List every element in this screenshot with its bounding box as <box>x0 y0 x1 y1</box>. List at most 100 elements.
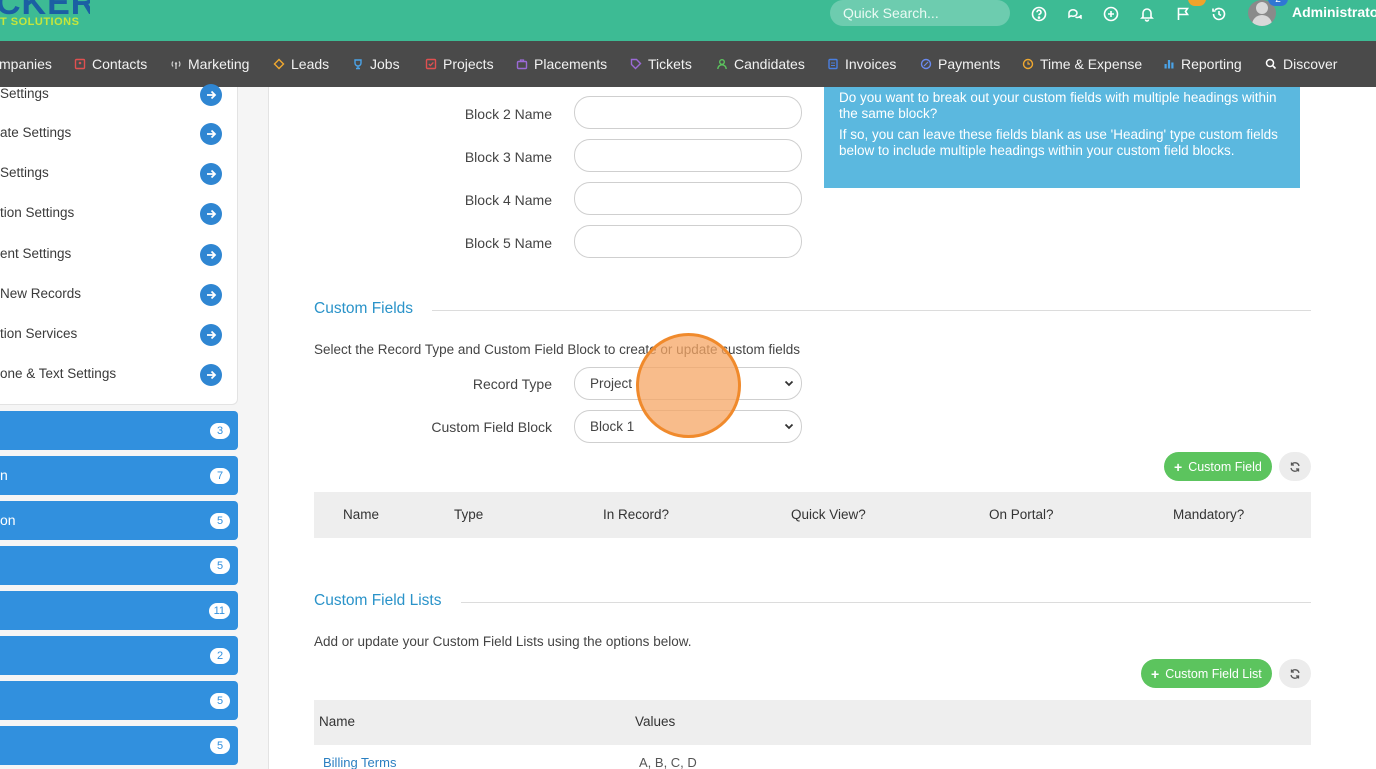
settings-sidebar: Settings ate Settings Settings tion Sett… <box>0 84 269 769</box>
broadcast-icon <box>171 61 181 69</box>
briefcase-icon <box>516 59 528 70</box>
sidebar-group[interactable]: 5 <box>0 546 238 585</box>
sidebar-group[interactable]: 2 <box>0 636 238 675</box>
nav-discover[interactable]: Discover <box>1265 56 1337 72</box>
sidebar-group[interactable]: 3 <box>0 411 238 450</box>
column-header-name[interactable]: Name <box>343 507 379 522</box>
add-custom-field-button[interactable]: + Custom Field <box>1164 452 1272 481</box>
nav-label: Time & Expense <box>1040 56 1143 72</box>
nav-candidates[interactable]: Candidates <box>716 56 805 72</box>
record-type-value: Project <box>590 376 633 391</box>
app-logo[interactable]: CKER T SOLUTIONS <box>0 0 90 34</box>
settings-item-label: Settings <box>0 165 49 180</box>
block-5-name-input[interactable] <box>574 225 802 258</box>
nav-label: Payments <box>938 56 1001 72</box>
block-3-name-input[interactable] <box>574 139 802 172</box>
sidebar-group[interactable]: n7 <box>0 456 238 495</box>
count-badge: 2 <box>210 648 230 664</box>
nav-projects[interactable]: Projects <box>425 56 494 72</box>
block-5-label: Block 5 Name <box>464 235 552 251</box>
custom-field-block-label: Custom Field Block <box>431 419 552 435</box>
bell-icon[interactable] <box>1138 5 1156 23</box>
sidebar-group-label: n <box>0 467 8 483</box>
nav-label: Leads <box>291 56 330 72</box>
chat-icon[interactable] <box>1066 5 1084 23</box>
add-circle-icon[interactable] <box>1102 5 1120 23</box>
custom-fields-title: Custom Fields <box>314 300 414 317</box>
sidebar-group[interactable]: 5 <box>0 726 238 765</box>
coin-icon <box>920 58 932 70</box>
column-header-on-portal[interactable]: On Portal? <box>989 507 1054 522</box>
column-header-quick-view[interactable]: Quick View? <box>791 507 866 522</box>
chevron-down-icon <box>784 423 794 430</box>
arrow-right-icon[interactable] <box>200 364 222 386</box>
arrow-right-icon[interactable] <box>200 203 222 225</box>
arrow-right-icon[interactable] <box>200 324 222 346</box>
plus-icon: + <box>1151 665 1160 682</box>
sidebar-group[interactable]: on 5 <box>0 501 238 540</box>
settings-item[interactable]: Settings <box>0 84 238 106</box>
chevron-down-icon <box>784 380 794 387</box>
settings-item[interactable]: ent Settings <box>0 244 238 266</box>
add-custom-field-list-button[interactable]: + Custom Field List <box>1141 659 1272 688</box>
sidebar-group[interactable]: 5 <box>0 681 238 720</box>
arrow-right-icon[interactable] <box>200 123 222 145</box>
count-badge: 5 <box>210 558 230 574</box>
sidebar-group[interactable]: 11 <box>0 591 238 630</box>
history-icon[interactable] <box>1210 5 1228 23</box>
column-header-mandatory[interactable]: Mandatory? <box>1173 507 1244 522</box>
settings-item[interactable]: tion Settings <box>0 203 238 225</box>
count-badge: 11 <box>208 603 230 619</box>
arrow-right-icon[interactable] <box>200 284 222 306</box>
settings-item[interactable]: one & Text Settings <box>0 364 238 386</box>
info-text-2: If so, you can leave these fields blank … <box>839 127 1278 158</box>
nav-label: Jobs <box>370 56 400 72</box>
settings-item[interactable]: New Records <box>0 284 238 306</box>
plus-icon: + <box>1174 458 1183 475</box>
arrow-right-icon[interactable] <box>200 244 222 266</box>
nav-placements[interactable]: Placements <box>516 56 607 72</box>
nav-leads[interactable]: Leads <box>273 56 329 72</box>
refresh-icon[interactable] <box>1279 452 1311 481</box>
checkbox-icon <box>425 58 437 70</box>
settings-item[interactable]: Settings <box>0 163 238 185</box>
arrow-right-icon[interactable] <box>200 84 222 106</box>
nav-jobs[interactable]: Jobs <box>352 56 400 72</box>
count-badge: 5 <box>210 693 230 709</box>
flag-badge <box>1188 0 1206 6</box>
nav-time-expense[interactable]: Time & Expense <box>1022 56 1142 72</box>
column-header-values[interactable]: Values <box>635 714 675 729</box>
column-header-type[interactable]: Type <box>454 507 483 522</box>
block-2-label: Block 2 Name <box>464 106 552 122</box>
count-badge: 5 <box>210 738 230 754</box>
refresh-icon[interactable] <box>1279 659 1311 688</box>
user-name[interactable]: Administrator <box>1292 4 1376 20</box>
column-header-in-record[interactable]: In Record? <box>603 507 669 522</box>
settings-item[interactable]: tion Services <box>0 324 238 346</box>
nav-tickets[interactable]: Tickets <box>630 56 692 72</box>
block-2-name-input[interactable] <box>574 96 802 129</box>
quick-search-input[interactable]: Quick Search... <box>830 0 1010 26</box>
settings-item[interactable]: ate Settings <box>0 123 238 145</box>
section-divider <box>461 602 1311 603</box>
nav-contacts[interactable]: Contacts <box>74 56 147 72</box>
nav-companies[interactable]: mpanies <box>0 56 52 72</box>
custom-field-lists-description: Add or update your Custom Field Lists us… <box>314 634 692 649</box>
search-icon <box>1265 58 1277 70</box>
count-badge: 5 <box>210 513 230 529</box>
nav-payments[interactable]: Payments <box>920 56 1000 72</box>
help-icon[interactable] <box>1030 5 1048 23</box>
block-4-name-input[interactable] <box>574 182 802 215</box>
column-header-name[interactable]: Name <box>319 714 355 729</box>
flag-icon[interactable] <box>1174 5 1192 23</box>
nav-label: mpanies <box>0 56 52 72</box>
nav-marketing[interactable]: Marketing <box>170 56 249 72</box>
nav-reporting[interactable]: Reporting <box>1163 56 1242 72</box>
nav-label: Candidates <box>734 56 805 72</box>
custom-fields-table-header: Name Type In Record? Quick View? On Port… <box>314 492 1311 538</box>
nav-label: Invoices <box>845 56 897 72</box>
custom-field-lists-table-header: Name Values <box>314 700 1311 745</box>
nav-invoices[interactable]: Invoices <box>827 56 896 72</box>
arrow-right-icon[interactable] <box>200 163 222 185</box>
list-name-link[interactable]: Billing Terms <box>323 755 396 769</box>
